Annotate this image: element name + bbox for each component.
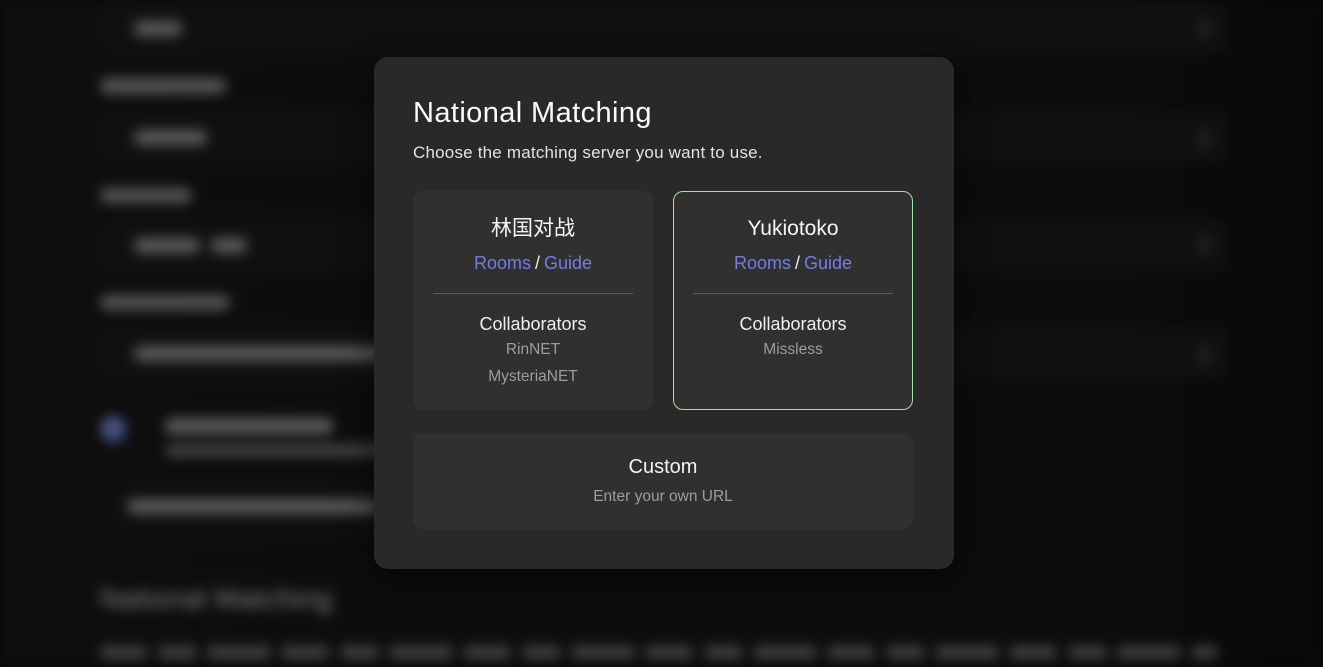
server-card-linguoduizhan[interactable]: 林国对战 Rooms/Guide Collaborators RinNET My… [413, 191, 653, 410]
server-name: 林国对战 [414, 216, 652, 242]
guide-link[interactable]: Guide [804, 253, 852, 273]
guide-link[interactable]: Guide [544, 253, 592, 273]
server-links: Rooms/Guide [414, 251, 652, 275]
server-name: Yukiotoko [674, 216, 912, 242]
custom-title: Custom [629, 456, 698, 479]
custom-subtitle: Enter your own URL [593, 488, 733, 506]
link-separator: / [535, 253, 540, 273]
divider [433, 293, 633, 294]
server-options: 林国对战 Rooms/Guide Collaborators RinNET My… [413, 191, 915, 410]
dialog-subtitle: Choose the matching server you want to u… [413, 143, 915, 163]
link-separator: / [795, 253, 800, 273]
custom-server-card[interactable]: Custom Enter your own URL [413, 433, 913, 529]
dialog-title: National Matching [413, 97, 915, 130]
national-matching-dialog: National Matching Choose the matching se… [374, 57, 954, 569]
rooms-link[interactable]: Rooms [474, 253, 531, 273]
divider [693, 293, 893, 294]
server-links: Rooms/Guide [674, 251, 912, 275]
rooms-link[interactable]: Rooms [734, 253, 791, 273]
collaborators-label: Collaborators [414, 312, 652, 336]
collaborator-name: MysteriaNET [414, 363, 652, 390]
collaborator-name: RinNET [414, 336, 652, 363]
collaborator-name: Missless [674, 336, 912, 363]
collaborators-label: Collaborators [674, 312, 912, 336]
server-card-yukiotoko-selected[interactable]: Yukiotoko Rooms/Guide Collaborators Miss… [673, 191, 913, 410]
